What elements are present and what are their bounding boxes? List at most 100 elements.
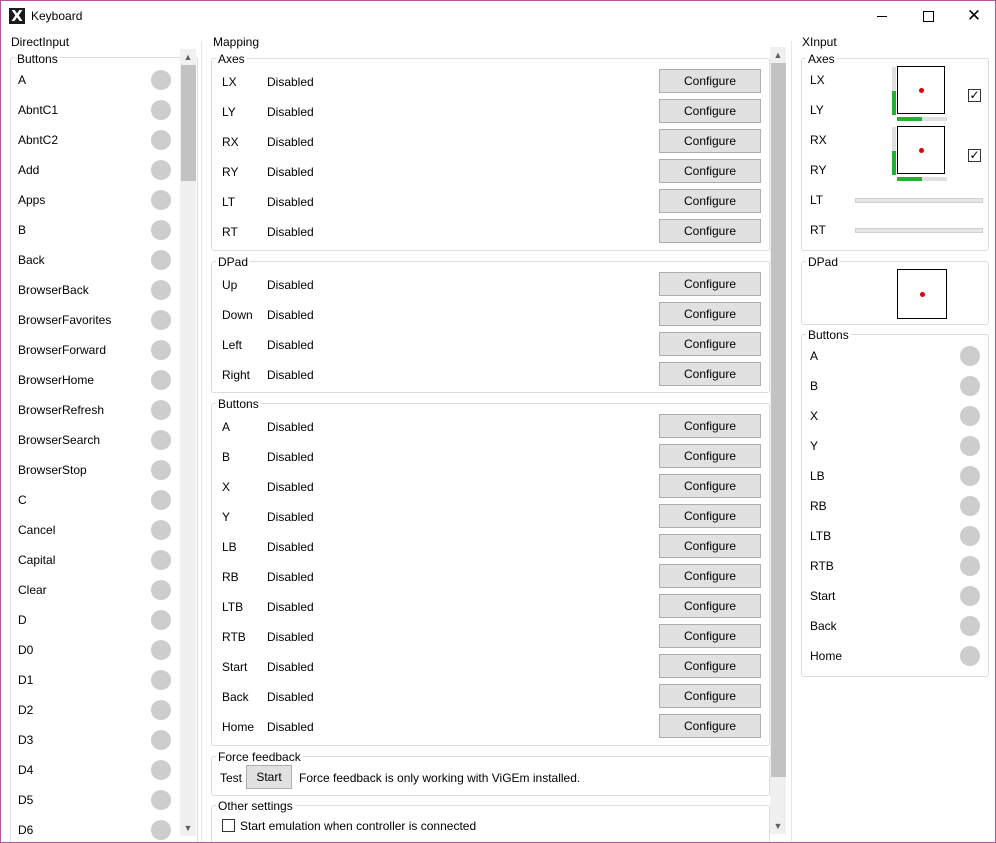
force-feedback-start-button[interactable]: Start [246, 765, 292, 789]
configure-button[interactable]: Configure [659, 99, 761, 123]
directinput-button-label: BrowserHome [18, 373, 95, 387]
directinput-title: DirectInput [9, 35, 72, 49]
configure-button[interactable]: Configure [659, 624, 761, 648]
close-button[interactable]: ✕ [951, 1, 995, 31]
mapping-scroll-thumb[interactable] [771, 63, 786, 777]
configure-button[interactable]: Configure [659, 534, 761, 558]
directinput-buttons-title: Buttons [15, 52, 60, 66]
xinput-button-state-indicator [960, 526, 980, 546]
title-bar[interactable]: X Keyboard ✕ [1, 1, 995, 32]
mapping-axes-label: LX [222, 75, 237, 89]
configure-button[interactable]: Configure [659, 444, 761, 468]
xinput-button-label: A [810, 349, 819, 363]
directinput-button-label: Clear [18, 583, 47, 597]
configure-button[interactable]: Configure [659, 189, 761, 213]
mapping-buttons-value: Disabled [267, 630, 314, 644]
directinput-button-label: D6 [18, 823, 34, 837]
configure-button[interactable]: Configure [659, 272, 761, 296]
directinput-button-label: AbntC2 [18, 133, 59, 147]
directinput-button-label: D5 [18, 793, 34, 807]
mapping-scrollbar[interactable]: ▲ ▼ [770, 47, 786, 834]
configure-button[interactable]: Configure [659, 332, 761, 356]
mapping-dpad-value: Disabled [267, 338, 314, 352]
configure-button[interactable]: Configure [659, 414, 761, 438]
directinput-button-label: BrowserRefresh [18, 403, 105, 417]
directinput-button-state-indicator [151, 640, 171, 660]
xinput-button-state-indicator [960, 376, 980, 396]
xinput-axis-label: RX [810, 133, 827, 147]
configure-button[interactable]: Configure [659, 129, 761, 153]
xinput-button-label: Start [810, 589, 836, 603]
minimize-icon [877, 16, 887, 17]
configure-button[interactable]: Configure [659, 594, 761, 618]
directinput-button-state-indicator [151, 280, 171, 300]
directinput-button-label: D4 [18, 763, 34, 777]
window-title: Keyboard [31, 9, 83, 23]
mapping-buttons-value: Disabled [267, 660, 314, 674]
xinput-dpad-group [801, 261, 989, 325]
configure-button[interactable]: Configure [659, 474, 761, 498]
mapping-buttons-label: A [222, 420, 231, 434]
configure-button[interactable]: Configure [659, 69, 761, 93]
mapping-buttons-label: Home [222, 720, 255, 734]
xinput-button-label: B [810, 379, 819, 393]
configure-button[interactable]: Configure [659, 159, 761, 183]
mapping-buttons-label: RB [222, 570, 239, 584]
xinput-axis-label: RT [810, 223, 826, 237]
configure-button[interactable]: Configure [659, 654, 761, 678]
force-feedback-title: Force feedback [216, 750, 303, 764]
scroll-up-arrow-icon[interactable]: ▲ [180, 49, 196, 65]
mapping-axes-value: Disabled [267, 105, 314, 119]
directinput-button-label: BrowserForward [18, 343, 107, 357]
mapping-buttons-label: Y [222, 510, 231, 524]
xinput-button-label: Back [810, 619, 837, 633]
left-stick-y-level-bar [892, 67, 896, 115]
configure-button[interactable]: Configure [659, 504, 761, 528]
keyboard-window: X Keyboard ✕ DirectInput Buttons A AbntC1… [0, 0, 996, 843]
mapping-dpad-value: Disabled [267, 278, 314, 292]
mapping-axes-value: Disabled [267, 135, 314, 149]
xinput-button-state-indicator [960, 436, 980, 456]
directinput-button-label: Apps [18, 193, 46, 207]
xinput-button-state-indicator [960, 496, 980, 516]
mapping-buttons-label: LB [222, 540, 237, 554]
minimize-button[interactable] [859, 1, 905, 31]
mapping-axes-title: Axes [216, 52, 247, 66]
right-stick-checkbox[interactable]: ✓ [968, 149, 981, 162]
mapping-dpad-label: Down [222, 308, 253, 322]
directinput-button-state-indicator [151, 460, 171, 480]
maximize-button[interactable] [905, 1, 951, 31]
mapping-scroll-up-arrow-icon[interactable]: ▲ [770, 47, 786, 63]
directinput-button-label: D1 [18, 673, 34, 687]
directinput-scrollbar[interactable]: ▲ ▼ [180, 49, 196, 836]
configure-button[interactable]: Configure [659, 219, 761, 243]
dpad-position-dot [920, 292, 925, 297]
xinput-button-state-indicator [960, 556, 980, 576]
left-stick-x-level-fill [897, 117, 922, 121]
directinput-button-state-indicator [151, 490, 171, 510]
configure-button[interactable]: Configure [659, 302, 761, 326]
xinput-button-state-indicator [960, 586, 980, 606]
configure-button[interactable]: Configure [659, 362, 761, 386]
directinput-button-state-indicator [151, 190, 171, 210]
directinput-button-state-indicator [151, 250, 171, 270]
directinput-button-state-indicator [151, 370, 171, 390]
directinput-scroll-thumb[interactable] [181, 65, 196, 181]
directinput-button-state-indicator [151, 760, 171, 780]
directinput-button-state-indicator [151, 520, 171, 540]
scroll-down-arrow-icon[interactable]: ▼ [180, 820, 196, 836]
force-feedback-note: Force feedback is only working with ViGE… [299, 771, 581, 785]
directinput-button-state-indicator [151, 340, 171, 360]
mapping-axes-label: LY [222, 105, 236, 119]
configure-button[interactable]: Configure [659, 714, 761, 738]
configure-button[interactable]: Configure [659, 684, 761, 708]
configure-button[interactable]: Configure [659, 564, 761, 588]
start-emulation-checkbox[interactable] [222, 819, 235, 832]
mapping-axes-label: RX [222, 135, 239, 149]
directinput-button-state-indicator [151, 400, 171, 420]
mapping-scroll-down-arrow-icon[interactable]: ▼ [770, 818, 786, 834]
left-stick-checkbox[interactable]: ✓ [968, 89, 981, 102]
directinput-button-state-indicator [151, 580, 171, 600]
xinput-buttons-title: Buttons [806, 328, 851, 342]
right-stick-position-dot [919, 148, 924, 153]
